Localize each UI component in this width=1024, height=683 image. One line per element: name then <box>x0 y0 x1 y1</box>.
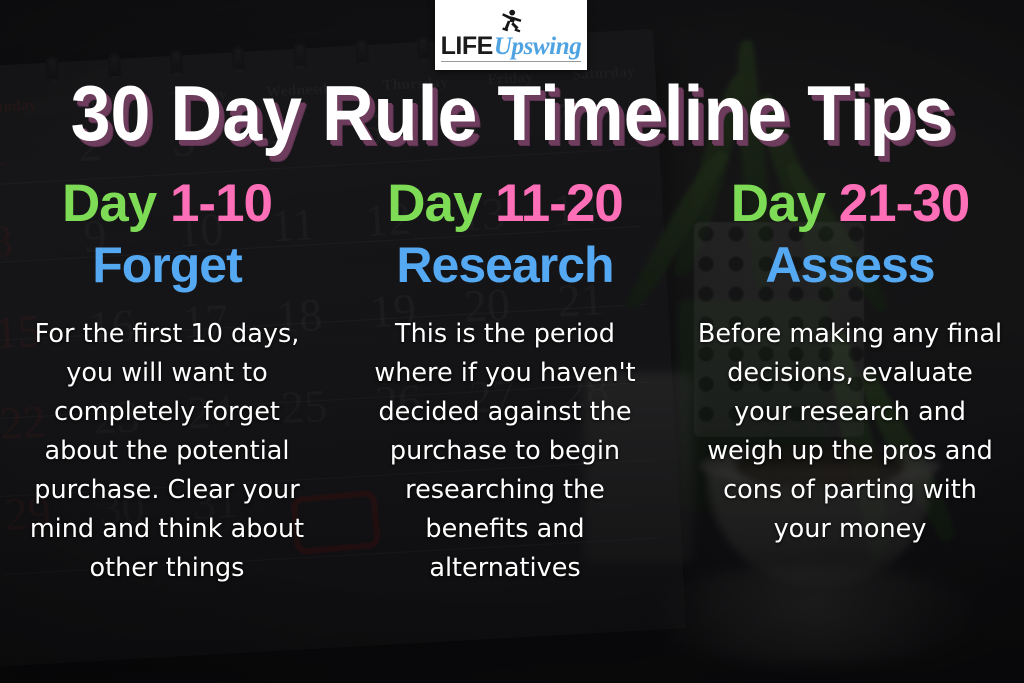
timeline-columns: Day 1-10 Forget For the first 10 days, y… <box>0 176 1024 588</box>
column-2-day-range: 11-20 <box>495 174 624 233</box>
column-3-action: Assess <box>765 237 935 294</box>
timeline-column-3: Day 21-30 Assess Before making any final… <box>676 176 1024 588</box>
infographic-poster: Sunday Monday Tuesday Wednesday Thursday… <box>0 0 1024 683</box>
column-3-body: Before making any final decisions, evalu… <box>697 319 1003 545</box>
logo-life-text: LIFE <box>440 31 494 60</box>
logo-wordmark: LIFE Upswing <box>440 31 582 62</box>
column-1-body: For the first 10 days, you will want to … <box>29 319 305 584</box>
page-title: 30 Day Rule Timeline Tips <box>70 69 954 157</box>
jumping-person-icon <box>502 9 522 32</box>
column-1-day-word: Day <box>61 174 170 233</box>
column-2-action: Research <box>396 237 614 294</box>
timeline-column-1: Day 1-10 Forget For the first 10 days, y… <box>0 176 334 588</box>
column-1-action: Forget <box>92 237 243 294</box>
column-1-day-range: 1-10 <box>169 174 273 233</box>
column-2-body: This is the period where if you haven't … <box>374 319 636 584</box>
brand-logo[interactable]: LIFE Upswing <box>435 0 587 70</box>
timeline-column-2: Day 11-20 Research This is the period wh… <box>334 176 676 588</box>
column-1-day-heading: Day 1-10 <box>14 176 320 231</box>
column-2-day-word: Day <box>387 174 496 233</box>
poster-content: LIFE Upswing 30 Day Rule Timeline Tips D… <box>0 0 1024 683</box>
column-3-day-word: Day <box>730 174 839 233</box>
column-2-day-heading: Day 11-20 <box>348 176 662 231</box>
logo-upswing-text: Upswing <box>493 32 582 60</box>
column-3-day-heading: Day 21-30 <box>690 176 1010 231</box>
column-3-day-range: 21-30 <box>838 174 971 233</box>
